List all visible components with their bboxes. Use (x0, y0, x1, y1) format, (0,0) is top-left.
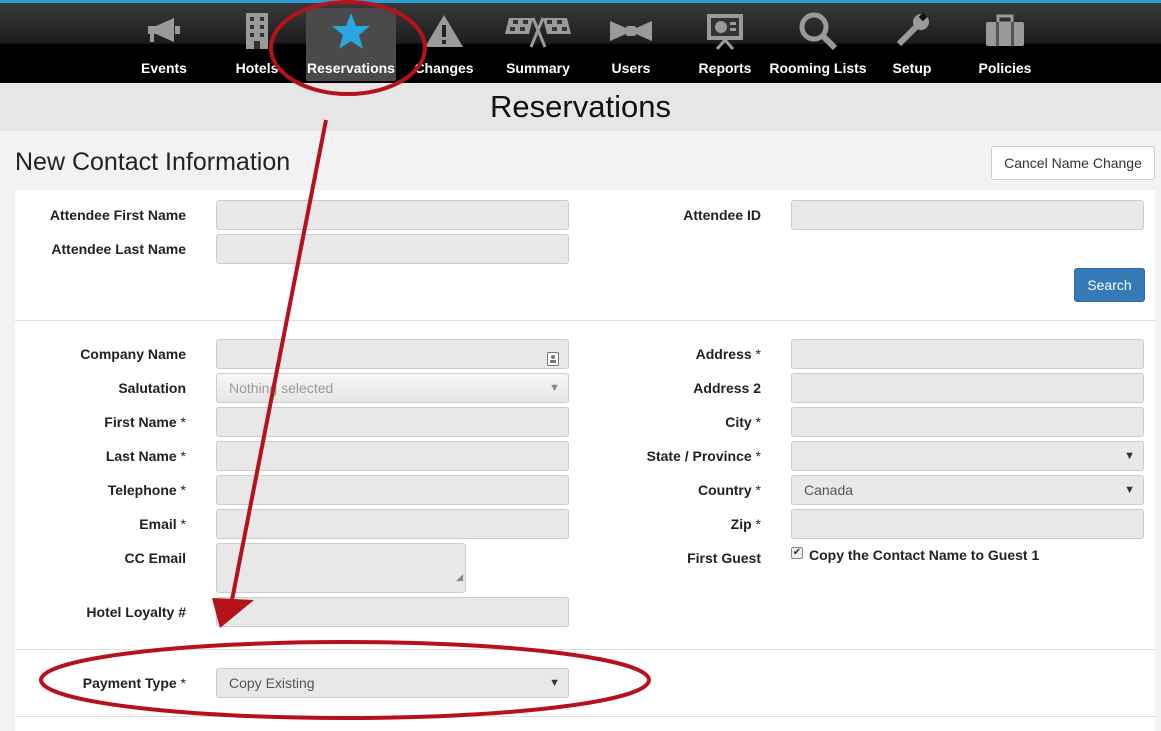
salutation-label: Salutation (118, 380, 186, 396)
required-mark: * (180, 448, 186, 464)
payment-type-text: Payment Type (82, 675, 177, 691)
megaphone-icon (119, 13, 209, 49)
attendee-last-name-label: Attendee Last Name (51, 241, 186, 257)
building-icon (212, 13, 302, 49)
nav-label: Policies (978, 60, 1032, 76)
company-name-label: Company Name (80, 346, 186, 362)
address-2-input[interactable] (791, 373, 1144, 403)
email-label: Email * (139, 516, 186, 532)
nav-item-changes[interactable]: Changes (399, 3, 489, 83)
email-input[interactable] (216, 509, 569, 539)
caret-down-icon: ▼ (1124, 450, 1135, 462)
divider (15, 649, 1155, 650)
last-name-label: Last Name * (106, 448, 186, 464)
search-button[interactable]: Search (1074, 268, 1145, 302)
caret-down-icon: ▼ (549, 677, 560, 689)
city-text: City (725, 414, 752, 430)
country-value: Canada (804, 482, 854, 498)
zip-label: Zip * (731, 516, 761, 532)
telephone-label: Telephone * (108, 482, 186, 498)
briefcase-icon (960, 13, 1050, 49)
first-guest-label: First Guest (687, 550, 761, 566)
attendee-id-label: Attendee ID (683, 207, 761, 223)
nav-item-setup[interactable]: Setup (867, 3, 957, 83)
address-text: Address (695, 346, 752, 362)
top-navigation: Events Hotels Reservations Changes Summa… (0, 0, 1161, 83)
first-name-input[interactable] (216, 407, 569, 437)
required-mark: * (755, 414, 761, 430)
divider (15, 716, 1155, 717)
nav-item-rooming-lists[interactable]: Rooming Lists (769, 3, 867, 83)
copy-contact-checkbox[interactable]: ✔ (791, 547, 803, 559)
divider (15, 320, 1155, 321)
first-name-label: First Name * (104, 414, 186, 430)
nav-item-events[interactable]: Events (119, 3, 209, 83)
attendee-first-name-label: Attendee First Name (49, 207, 186, 223)
telephone-input[interactable] (216, 475, 569, 505)
address-input[interactable] (791, 339, 1144, 369)
email-text: Email (139, 516, 177, 532)
nav-item-reservations[interactable]: Reservations (306, 8, 396, 81)
required-mark: * (180, 482, 186, 498)
salutation-value: Nothing selected (229, 380, 334, 396)
cancel-name-change-button[interactable]: Cancel Name Change (991, 146, 1155, 180)
payment-type-label: Payment Type * (83, 675, 186, 691)
last-name-text: Last Name (105, 448, 177, 464)
section-title: New Contact Information (15, 148, 291, 176)
nav-item-hotels[interactable]: Hotels (212, 3, 302, 83)
nav-item-reports[interactable]: Reports (680, 3, 770, 83)
resize-handle-icon[interactable]: ◢ (456, 563, 463, 591)
star-icon (306, 13, 396, 49)
magnifier-icon (773, 12, 863, 50)
hotel-loyalty-label: Hotel Loyalty # (86, 604, 186, 620)
attendee-last-name-input[interactable] (216, 234, 569, 264)
state-province-label: State / Province * (647, 448, 761, 464)
copy-contact-label: Copy the Contact Name to Guest 1 (809, 547, 1040, 563)
country-label: Country * (698, 482, 761, 498)
zip-text: Zip (730, 516, 752, 532)
attendee-first-name-input[interactable] (216, 200, 569, 230)
last-name-input[interactable] (216, 441, 569, 471)
cc-email-label: CC Email (124, 550, 186, 566)
nav-item-users[interactable]: Users (586, 3, 676, 83)
telephone-text: Telephone (107, 482, 177, 498)
hotel-loyalty-input[interactable] (216, 597, 569, 627)
nav-item-policies[interactable]: Policies (960, 3, 1050, 83)
cc-email-textarea[interactable]: ◢ (216, 543, 466, 593)
city-input[interactable] (791, 407, 1144, 437)
address-label: Address * (696, 346, 761, 362)
page-title: Reservations (490, 89, 671, 124)
contact-card-icon (547, 347, 559, 375)
required-mark: * (755, 346, 761, 362)
first-name-text: First Name (104, 414, 177, 430)
required-mark: * (180, 516, 186, 532)
country-select[interactable]: Canada ▼ (791, 475, 1144, 505)
caret-down-icon: ▼ (549, 382, 560, 394)
title-bar: Reservations (0, 83, 1161, 131)
state-province-text: State / Province (646, 448, 752, 464)
address-2-label: Address 2 (693, 380, 761, 396)
presentation-board-icon (680, 13, 770, 50)
required-mark: * (755, 516, 761, 532)
required-mark: * (755, 482, 761, 498)
bowtie-icon (586, 13, 676, 49)
caret-down-icon: ▼ (1124, 484, 1135, 496)
state-province-select[interactable]: ▼ (791, 441, 1144, 471)
zip-input[interactable] (791, 509, 1144, 539)
country-text: Country (697, 482, 752, 498)
attendee-id-input[interactable] (791, 200, 1144, 230)
required-mark: * (180, 675, 186, 691)
city-label: City * (725, 414, 761, 430)
nav-item-summary[interactable]: Summary (493, 3, 583, 83)
payment-type-value: Copy Existing (229, 675, 315, 691)
wrench-icon (867, 12, 957, 49)
required-mark: * (180, 414, 186, 430)
warning-icon (399, 13, 489, 49)
checkered-flags-icon (493, 13, 583, 49)
required-mark: * (755, 448, 761, 464)
company-name-input[interactable] (216, 339, 569, 369)
salutation-select[interactable]: Nothing selected ▼ (216, 373, 569, 403)
payment-type-select[interactable]: Copy Existing ▼ (216, 668, 569, 698)
